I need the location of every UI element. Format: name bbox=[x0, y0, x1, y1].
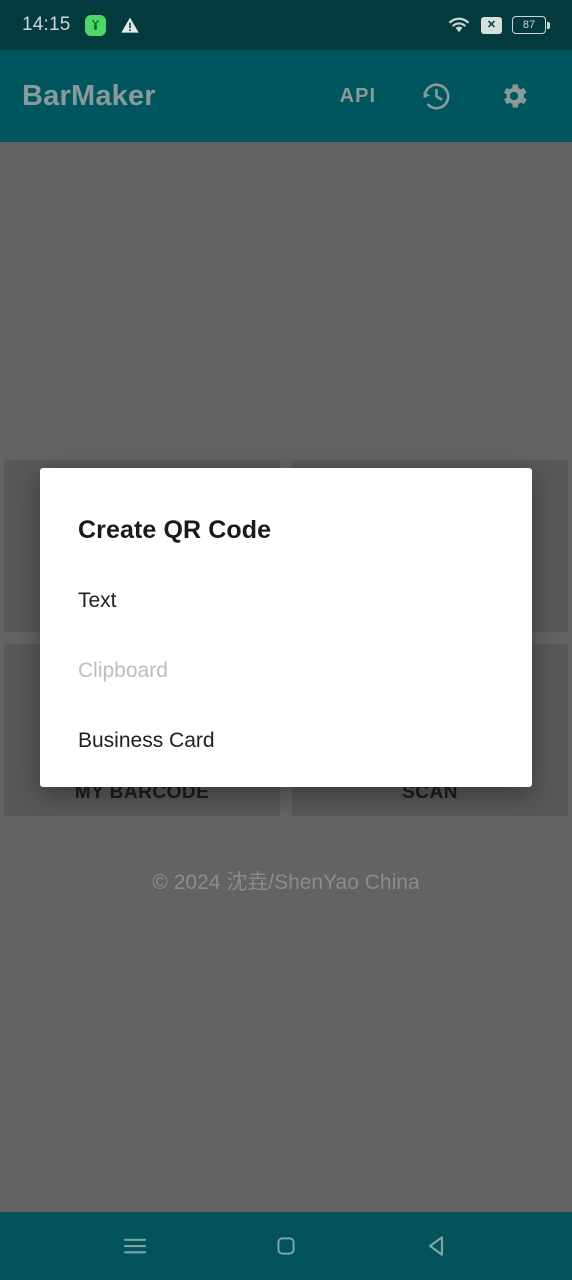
app-bar: BarMaker API bbox=[0, 50, 572, 142]
app-title: BarMaker bbox=[22, 79, 156, 112]
x-badge-icon: ✕ bbox=[481, 16, 502, 34]
status-bar: 14:15 ✕ 87 bbox=[0, 0, 572, 50]
dialog-item-clipboard: Clipboard bbox=[78, 659, 168, 682]
status-clock: 14:15 bbox=[22, 14, 71, 35]
warning-triangle-icon bbox=[120, 16, 140, 35]
gear-icon[interactable] bbox=[496, 78, 532, 114]
android-navigation-bar bbox=[0, 1212, 572, 1280]
app-notification-icon bbox=[84, 14, 106, 36]
back-triangle-icon[interactable] bbox=[411, 1220, 463, 1272]
home-square-icon[interactable] bbox=[260, 1220, 312, 1272]
dialog-title: Create QR Code bbox=[78, 516, 272, 544]
create-qr-code-dialog: Create QR Code Text Clipboard Business C… bbox=[40, 468, 532, 787]
app-bar-actions: API bbox=[340, 78, 550, 114]
dialog-item-business-card[interactable]: Business Card bbox=[78, 719, 494, 763]
battery-level-label: 87 bbox=[512, 16, 546, 34]
menu-icon[interactable] bbox=[109, 1220, 161, 1272]
status-bar-right: ✕ 87 bbox=[447, 15, 550, 35]
battery-icon: 87 bbox=[512, 16, 550, 34]
dialog-item-text[interactable]: Text bbox=[78, 579, 494, 623]
copyright-text: © 2024 沈垚/ShenYao China bbox=[152, 871, 420, 894]
status-bar-left: 14:15 bbox=[22, 14, 140, 36]
history-icon[interactable] bbox=[418, 78, 454, 114]
wifi-icon bbox=[447, 15, 471, 35]
api-button[interactable]: API bbox=[340, 85, 376, 108]
battery-cap bbox=[547, 21, 550, 29]
